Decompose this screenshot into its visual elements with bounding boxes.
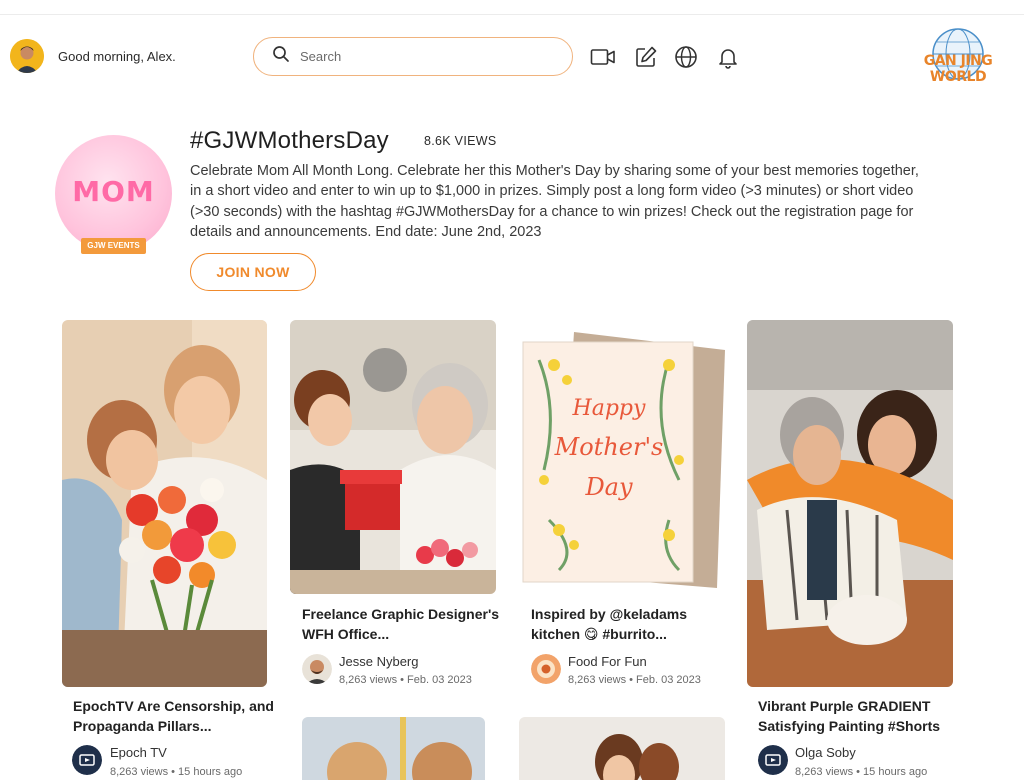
search-bar[interactable]	[253, 37, 573, 76]
greeting-text: Good morning, Alex.	[58, 49, 176, 64]
video-icon[interactable]	[590, 44, 616, 70]
event-description: Celebrate Mom All Month Long. Celebrate …	[190, 163, 919, 240]
event-title[interactable]: #GJWMothersDay	[190, 127, 389, 155]
channel-name[interactable]: Jesse Nyberg	[339, 654, 418, 669]
video-thumbnail[interactable]	[62, 320, 267, 687]
greeting-card-line: Mother's	[554, 433, 664, 461]
search-icon	[272, 45, 290, 68]
channel-name[interactable]: Epoch TV	[110, 745, 167, 760]
channel-avatar[interactable]	[302, 654, 332, 684]
greeting-card-line: Day	[584, 473, 633, 501]
user-avatar[interactable]	[10, 39, 44, 73]
edit-icon[interactable]	[633, 44, 659, 70]
event-views: 8.6K VIEWS	[424, 134, 497, 148]
video-title[interactable]: Freelance Graphic Designer's WFH Office.…	[302, 605, 507, 644]
video-meta: 8,263 views • 15 hours ago	[110, 766, 243, 778]
video-thumbnail[interactable]	[290, 320, 496, 594]
channel-avatar[interactable]	[758, 745, 788, 775]
video-title[interactable]: EpochTV Are Censorship, and Propaganda P…	[73, 697, 278, 736]
channel-name[interactable]: Olga Soby	[795, 745, 856, 760]
video-thumbnail[interactable]	[747, 320, 953, 687]
video-meta: 8,263 views • 15 hours ago	[795, 766, 928, 778]
ganjing-world-logo[interactable]: GAN JING WORLD	[902, 27, 1014, 85]
top-divider	[0, 14, 1024, 15]
video-meta: 8,263 views • Feb. 03 2023	[339, 674, 472, 686]
join-now-button[interactable]: JOIN NOW	[190, 253, 316, 291]
greeting-card-line: Happy	[572, 396, 646, 421]
video-meta: 8,263 views • Feb. 03 2023	[568, 674, 701, 686]
video-title[interactable]: Vibrant Purple GRADIENT Satisfying Paint…	[758, 697, 963, 736]
search-input[interactable]	[300, 49, 550, 64]
logo-wordmark: GAN JING WORLD	[923, 53, 993, 85]
video-thumbnail[interactable]	[302, 717, 485, 780]
channel-avatar[interactable]	[72, 745, 102, 775]
channel-avatar[interactable]	[531, 654, 561, 684]
event-tag: GJW EVENTS	[81, 238, 146, 254]
event-badge-word: MOM	[72, 175, 155, 208]
event-badge: MOM	[55, 135, 172, 252]
video-title[interactable]: Inspired by @keladams kitchen 😋 #burrito…	[531, 605, 736, 644]
channel-name[interactable]: Food For Fun	[568, 654, 647, 669]
bell-icon[interactable]	[715, 44, 741, 70]
video-thumbnail[interactable]	[519, 717, 725, 780]
globe-icon[interactable]	[673, 44, 699, 70]
video-thumbnail[interactable]: Happy Mother's Day	[519, 320, 725, 594]
